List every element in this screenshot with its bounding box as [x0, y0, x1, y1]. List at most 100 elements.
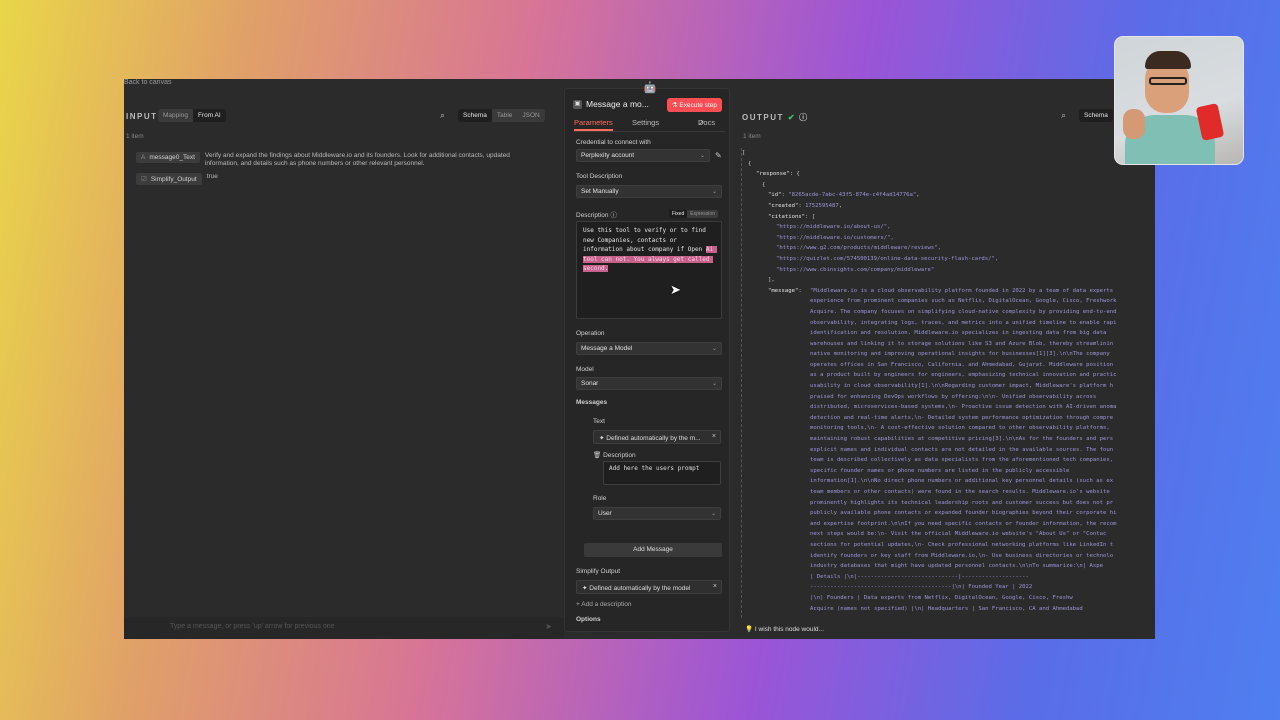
add-description-link[interactable]: + Add a description [576, 601, 631, 608]
trash-icon[interactable]: 🗑 [593, 452, 601, 459]
execute-step-label: Execute step [679, 102, 717, 109]
message-line: and expertise footprint.\n\nIf you need … [810, 520, 1117, 527]
chat-input-strip: Type a message, or press 'up' arrow for … [124, 617, 564, 639]
output-item-count: 1 item [743, 133, 761, 140]
tab-parameters[interactable]: Parameters [574, 118, 613, 131]
input-title: INPUT [126, 112, 158, 121]
role-select[interactable]: User ⌄ [593, 507, 721, 520]
description-textarea[interactable]: Use this tool to verify or to find new C… [576, 221, 722, 319]
modal-tabs: Parameters Settings Docs ↗ [573, 118, 725, 132]
json-line: { [748, 160, 752, 167]
close-icon[interactable]: × [713, 583, 717, 590]
add-message-button[interactable]: Add Message [584, 543, 722, 557]
message-text: "Middleware.io is a cloud observability … [810, 286, 1155, 614]
message-description-text: Description [603, 452, 636, 459]
output-view-toggle: Schema [1079, 109, 1113, 122]
webcam-hand [1123, 109, 1145, 139]
message-description-label: 🗑 Description [593, 451, 636, 459]
response-created: 1752595487 [805, 202, 839, 209]
citation: "https://middleware.io/customers/", [776, 234, 894, 241]
message-line: | Details |\n|--------------------------… [810, 573, 1029, 580]
chevron-down-icon: ⌄ [711, 346, 717, 352]
json-tab[interactable]: JSON [517, 109, 544, 122]
field-pill[interactable]: ☑ Simplify_Output [136, 173, 202, 185]
model-label: Model [576, 366, 594, 373]
text-type-icon: A [141, 154, 146, 161]
mouse-cursor-icon: ➤ [670, 282, 681, 297]
message-line: identify founders or key staff from Midd… [810, 552, 1114, 559]
back-to-canvas-link[interactable]: Back to canvas [124, 79, 171, 86]
operation-select[interactable]: Message a Model ⌄ [576, 342, 722, 355]
chevron-down-icon: ⌄ [711, 189, 717, 195]
feedback-link[interactable]: I wish this node would... [755, 626, 824, 633]
schema-tab[interactable]: Schema [458, 109, 492, 122]
credential-value: Perplexity account [581, 152, 635, 159]
node-icon: ▣ [573, 99, 582, 109]
message-line: team is described collectively as data s… [810, 457, 1114, 464]
output-title: OUTPUT [742, 113, 784, 122]
credential-select[interactable]: Perplexity account ⌄ [576, 149, 710, 162]
chat-input[interactable]: Type a message, or press 'up' arrow for … [170, 623, 335, 630]
chevron-down-icon: ⌄ [699, 153, 705, 159]
input-view-toggle: Schema Table JSON [458, 109, 545, 122]
execute-step-button[interactable]: ⚗ Execute step [666, 98, 722, 112]
model-value: Sonar [581, 380, 599, 387]
edit-credential-icon[interactable]: ✎ [715, 151, 722, 160]
info-icon[interactable]: ⓘ [799, 113, 809, 122]
field-value: true [206, 173, 218, 180]
message-line: as a product built by engineers for engi… [810, 372, 1117, 379]
json-line: { [762, 181, 766, 188]
lightbulb-icon: 💡 [745, 626, 754, 633]
field-row: ☑ Simplify_Output true [136, 173, 537, 185]
sparkle-icon: ✦ [599, 435, 605, 442]
message-line: prominently highlights its technical lea… [810, 499, 1114, 506]
json-line: "response": { [756, 171, 800, 178]
field-row: Amessage0_Text Verify and expand the fin… [136, 152, 535, 168]
message-description-field[interactable]: Add here the users prompt [603, 461, 721, 485]
json-output: [ { "response": { { "id": "8265acde-7abc… [741, 148, 1155, 618]
message-line: next steps would be:\n- Visit the offici… [810, 531, 1107, 538]
message-line: publicly available phone contacts or exp… [810, 510, 1117, 517]
search-icon[interactable]: ⌕ [440, 110, 445, 121]
options-label: Options [576, 616, 601, 623]
help-icon[interactable]: ⓘ [610, 212, 617, 219]
message-line: information[1].\n\nNo direct phone numbe… [810, 478, 1114, 485]
output-search-icon[interactable]: ⌕ [1061, 110, 1066, 121]
message-line: warehouses and linking it to storage sol… [810, 340, 1114, 347]
send-icon[interactable]: ➤ [545, 622, 552, 631]
field-name: message0_Text [149, 154, 195, 161]
response-id: "8265acde-7abc-43f5-874e-c4f4ad14776a" [788, 192, 917, 199]
json-line: "message": [768, 287, 802, 294]
simplify-output-value: Defined automatically by the model [589, 585, 691, 592]
mapping-tab[interactable]: Mapping [158, 109, 193, 122]
webcam-hair [1145, 51, 1191, 69]
message-line: experience from prominent companies such… [810, 298, 1117, 305]
text-field[interactable]: ✦ Defined automatically by the m... × [593, 430, 721, 444]
node-title[interactable]: Message a mo... [586, 99, 656, 109]
boolean-type-icon: ☑ [141, 176, 147, 183]
field-pill[interactable]: Amessage0_Text [136, 152, 200, 163]
description-label-text: Description [576, 212, 609, 219]
output-panel: OUTPUT ✔ ⓘ ⌕ Schema 1 item [ { "response":… [741, 99, 1155, 639]
message-line: operates offices in San Francisco, Calif… [810, 361, 1114, 368]
table-tab[interactable]: Table [492, 109, 518, 122]
fixed-expression-toggle: Fixed Expression [669, 210, 718, 218]
input-item-count: 1 item [126, 133, 144, 140]
sparkle-icon: ✦ [582, 585, 588, 592]
operation-label: Operation [576, 330, 605, 337]
text-value: Defined automatically by the m... [606, 435, 701, 442]
fixed-option[interactable]: Fixed [669, 210, 688, 218]
webcam-glasses [1149, 77, 1187, 85]
expression-option[interactable]: Expression [687, 210, 718, 218]
tab-settings[interactable]: Settings [632, 118, 659, 127]
message-line: native monitoring and improving operatio… [810, 351, 1110, 358]
from-ai-tab[interactable]: From AI [192, 109, 226, 122]
simplify-output-field[interactable]: ✦ Defined automatically by the model × [576, 580, 722, 594]
model-select[interactable]: Sonar ⌄ [576, 377, 722, 390]
output-schema-tab[interactable]: Schema [1079, 109, 1113, 122]
tool-description-label: Tool Description [576, 173, 623, 180]
text-label: Text [593, 418, 605, 425]
close-icon[interactable]: × [712, 433, 716, 440]
tool-description-select[interactable]: Set Manually ⌄ [576, 185, 722, 198]
json-line: [ [742, 150, 746, 156]
